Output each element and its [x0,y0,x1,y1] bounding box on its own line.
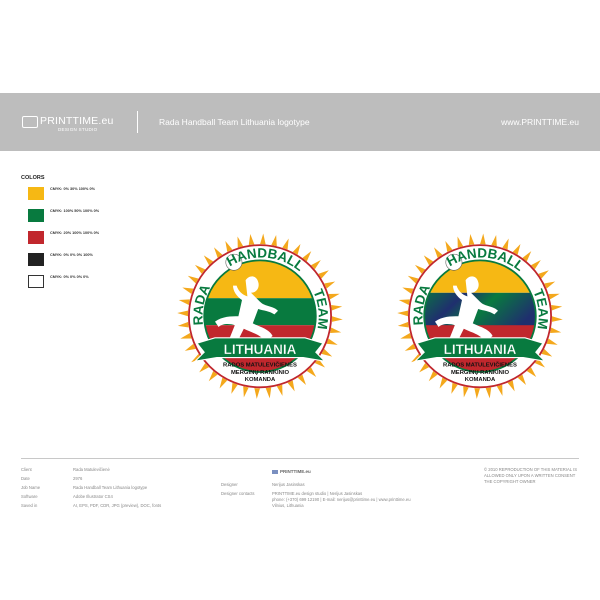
sun-ray [400,333,412,339]
footer-brand-logo: PRINTTIME.eu [272,469,311,474]
subtitle-line3: KOMANDA [465,377,496,383]
footer-value: Rada Handball Team Lithuania logotype [73,485,148,490]
swatch-label: CMYK: 100% 50% 100% 0% [50,209,100,213]
sun-ray [468,233,475,246]
swatch-label: CMYK: 0% 30% 100% 0% [50,187,95,191]
printer-icon [22,116,38,128]
colors-title: COLORS [21,175,45,181]
sun-ray [237,236,244,248]
designer-label: Designer [221,482,238,487]
footer-value: 2976 [73,476,83,481]
swatch-yellow [28,187,44,200]
sun-ray [548,293,560,300]
swatch-black [28,253,44,266]
swatch-label: CMYK: 20% 100% 100% 0% [50,231,100,235]
banner-text: LITHUANIA [224,342,297,357]
footer-divider [21,458,579,459]
sun-ray [457,236,464,248]
team-logo-shaded: RADA HANDBALL TEAM LITHUANIA RADOS MATUL… [397,233,563,399]
swatch-green [28,209,44,222]
footer-label: Date [21,476,30,481]
sun-ray [260,233,266,245]
swatch-label: CMYK: 0% 0% 0% 100% [50,253,93,257]
website-link[interactable]: www.PRINTTIME.eu [501,117,579,127]
sun-ray [271,234,277,247]
contacts-label: Designer contacts [221,491,255,496]
banner-text: LITHUANIA [444,342,517,357]
sun-ray [402,287,414,294]
sun-ray [265,387,272,399]
sun-ray [551,316,563,322]
sun-ray [398,299,410,305]
contacts-line: Vilnius, Lithuania [272,503,304,508]
sun-ray [474,387,480,399]
sun-ray [550,327,562,334]
sun-ray [551,304,563,311]
sun-ray [546,338,558,345]
sun-ray [451,382,458,394]
sun-ray [243,386,249,398]
footer-label: Saved in [21,503,38,508]
sun-ray [282,238,289,250]
contacts-line: phone: (+370) 699 12190 | E-mail: neriju… [272,497,411,502]
sun-ray [331,316,343,322]
sun-ray [397,310,409,317]
sun-ray [502,238,509,250]
sun-ray [231,382,238,394]
sun-ray [177,310,189,317]
swatch-label: CMYK: 0% 0% 0% 0% [50,275,89,279]
page-title: Rada Handball Team Lithuania logotype [159,117,310,127]
sun-ray [463,386,469,398]
footer-value: AI, EPS, PDF, CDR, JPG (preview), DOC, f… [73,503,162,508]
sun-ray [180,333,192,339]
sun-ray [328,293,340,300]
header-bar: PRINTTIME.eu DESIGN STUDIO Rada Handball… [0,93,600,151]
subtitle-line1: RADOS MATULEVIČIENĖS [443,362,517,369]
footer-value: Adobe Illustrator CS4 [73,494,113,499]
sun-ray [330,327,342,334]
sun-ray [182,287,194,294]
sun-ray [276,384,283,396]
sun-ray [331,304,343,311]
designer-value: Nerijus Jasinskas [272,482,305,487]
footer-label: Client [21,467,32,472]
printer-icon [272,469,278,474]
brand-name: PRINTTIME.eu [40,115,114,127]
swatch-white [28,275,44,288]
sun-ray [177,321,189,328]
sun-ray [254,387,260,399]
header-divider [137,111,138,133]
sun-ray [326,338,338,345]
footer-label: Job Name [21,485,41,490]
subtitle-line3: KOMANDA [245,377,276,383]
footer-value: Rada Matulevičienė [73,467,110,472]
subtitle-line2: MERGINŲ RANKINIO [451,370,510,376]
brand-subtitle: DESIGN STUDIO [58,127,98,132]
subtitle-line2: MERGINŲ RANKINIO [231,370,290,376]
team-logo-flat: RADA HANDBALL TEAM LITHUANIA RADOS MATUL… [177,233,343,399]
sun-ray [248,233,255,246]
sun-ray [397,321,409,328]
copyright-notice: © 2010 REPRODUCTION OF THIS MATERIAL IS … [484,467,578,484]
sun-ray [491,234,497,247]
sun-ray [178,299,190,305]
sun-ray [496,384,503,396]
sun-ray [480,233,486,245]
subtitle-line1: RADOS MATULEVIČIENĖS [223,362,297,369]
contacts-line: PRINTTIME.eu design studio | Nerijus Jas… [272,491,363,496]
swatch-red [28,231,44,244]
sun-ray [485,387,492,399]
footer-label: Software [21,494,38,499]
